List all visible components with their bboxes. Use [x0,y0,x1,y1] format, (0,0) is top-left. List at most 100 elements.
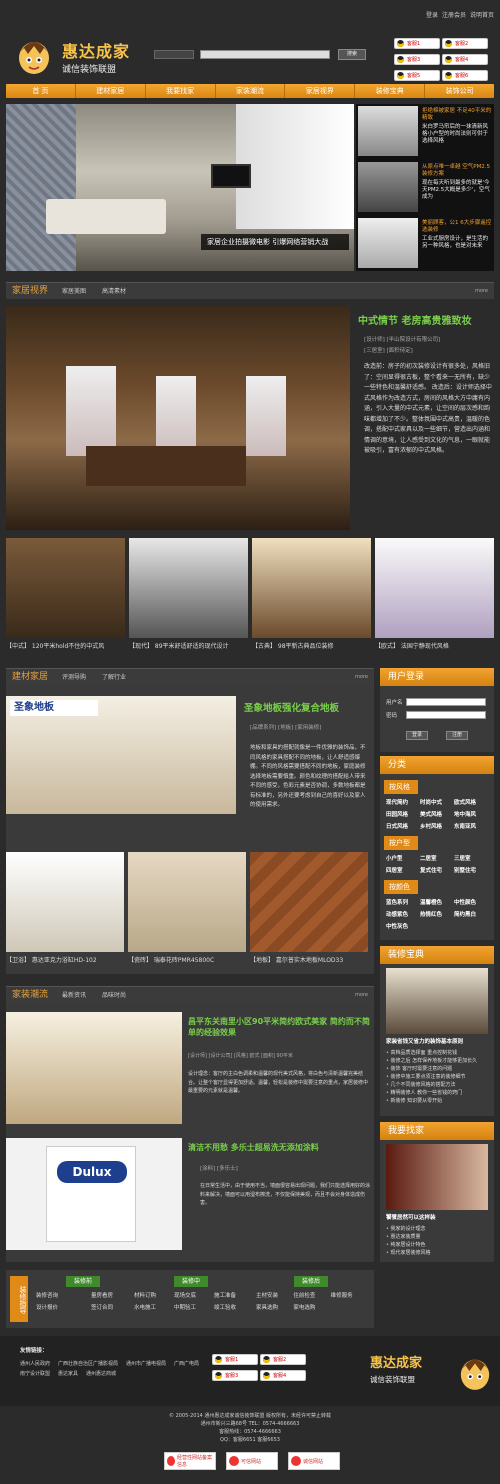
section-sub-link[interactable]: 了解行业 [102,669,126,686]
hero-side-item[interactable]: 拒绝棉被家居 不足40平米的精致 米白罗马帘后的一抹清新风格小户型的时尚法则可供… [356,104,494,158]
nav-companies[interactable]: 装饰公司 [425,84,494,98]
section-title[interactable]: 家装潮流 [12,987,48,1004]
qq-service-button[interactable]: 客服6 [442,70,488,81]
register-link[interactable]: 注册会员 [442,10,466,19]
more-link[interactable]: more [355,987,368,1004]
category-link[interactable]: 温馨橙色 [420,898,454,906]
guide-list-item[interactable]: 高档品质选择面 重点控制花钱 [386,1049,494,1057]
article-title[interactable]: 圣象地板强化复合地板 [244,700,339,714]
service-link[interactable]: 家电选购 [293,1303,330,1311]
service-link[interactable]: 主材安装 [256,1291,293,1299]
article-title[interactable]: 中式情节 老房高贵雅致妆 [358,312,471,327]
article-title[interactable]: 清洁不用愁 多乐士超易洗无添加涂料 [188,1142,319,1153]
category-link[interactable]: 时尚中式 [420,798,454,806]
badge-trusted[interactable]: 可信网站 [226,1452,278,1470]
category-link[interactable]: 欧式风格 [454,798,488,806]
category-link[interactable]: 中性灰色 [386,922,420,930]
badge-credit[interactable]: 诚信网站 [288,1452,340,1470]
service-link[interactable]: 竣工验收 [214,1303,254,1311]
category-link[interactable]: 美式风格 [420,810,454,818]
friend-link[interactable]: 惠达家具 [58,1370,78,1377]
section-sub-link[interactable]: 最新资讯 [62,987,86,1004]
section-title[interactable]: 建材家居 [12,669,48,686]
section-title[interactable]: 家居视界 [12,283,48,300]
gallery-thumb[interactable]: 【古典】 98平新古典品位装修 [252,538,371,650]
nav-find-home[interactable]: 我要找家 [146,84,216,98]
guide-list-item[interactable]: 装修之后 怎样保养地板才能够更加长久 [386,1057,494,1065]
service-link[interactable]: 中期验工 [174,1303,214,1311]
site-logo[interactable]: 惠达成家 诚信装饰联盟 [10,26,150,80]
nav-guide[interactable]: 装修宝典 [355,84,426,98]
gallery-thumb[interactable]: 【中式】 120平米hold不住的中式风 [6,538,125,650]
category-link[interactable]: 复式住宅 [420,866,454,874]
gallery-thumb[interactable]: 【现代】 89平米舒适舒适的现代设计 [129,538,248,650]
service-link[interactable]: 维修服务 [331,1291,368,1299]
qq-service-button[interactable]: 客服3 [212,1370,258,1381]
nav-home[interactable]: 首 页 [6,84,76,98]
service-link[interactable]: 设计报价 [36,1303,91,1311]
service-link[interactable]: 住前检查 [293,1291,330,1299]
guide-list-item[interactable]: 装修中施工要点须注意的装修细节 [386,1073,494,1081]
category-link[interactable]: 乡村风格 [420,822,454,830]
category-link[interactable]: 三居室 [454,854,488,862]
category-link[interactable]: 田园风格 [386,810,420,818]
category-link[interactable]: 现代简约 [386,798,420,806]
friend-link[interactable]: 广西壮族自治区广播影视局 [58,1360,118,1367]
login-button[interactable]: 登录 [406,731,428,740]
footer-logo[interactable]: 惠达成家 诚信装饰联盟 [368,1346,496,1396]
section-sub-link[interactable]: 家居美图 [62,283,86,300]
article-image-paint[interactable]: Dulux [6,1138,182,1250]
section-sub-link[interactable]: 品味时尚 [102,987,126,1004]
qq-service-button[interactable]: 客服4 [260,1370,306,1381]
featured-image-floor[interactable]: 圣象地板 [6,696,236,814]
service-link[interactable]: 水电施工 [134,1303,174,1311]
service-link[interactable]: 材料订购 [134,1291,174,1299]
login-link[interactable]: 登录 [426,10,438,19]
find-home-image[interactable] [386,1144,488,1210]
section-sub-link[interactable]: 评测导购 [62,669,86,686]
friend-link[interactable]: 广西广电局 [174,1360,199,1367]
guide-list-item[interactable]: 新装修 知识要从零开始 [386,1097,494,1105]
nav-trends[interactable]: 家装潮流 [216,84,286,98]
find-home-list-item[interactable]: 惠达家装质量 [386,1233,494,1241]
service-link[interactable]: 装修咨询 [36,1291,91,1299]
category-link[interactable]: 东南亚风 [454,822,488,830]
service-link[interactable]: 施工准备 [214,1291,254,1299]
qq-service-button[interactable]: 客服1 [394,38,440,49]
friend-link[interactable]: 通州人民政府 [20,1360,50,1367]
nav-home-vision[interactable]: 家居视界 [285,84,356,98]
qq-service-button[interactable]: 客服4 [442,54,488,65]
friend-link[interactable]: 通州惠达商城 [86,1370,116,1377]
search-button[interactable]: 搜索 [338,49,366,60]
hero-slideshow[interactable]: 家居企业拍摄微电影 引爆网络营销大战 [6,104,354,271]
guide-image[interactable] [386,968,488,1034]
find-home-list-item[interactable]: 现代家居装修风格 [386,1249,494,1257]
guide-headline[interactable]: 家装省钱又省力的装饰基本原则 [386,1037,494,1045]
search-category-select[interactable] [154,50,194,59]
find-home-headline[interactable]: 饕餮居然可以这样装 [386,1213,494,1221]
badge-record[interactable]: 经营性网站备案信息 [164,1452,216,1470]
qq-service-button[interactable]: 客服3 [394,54,440,65]
section-sub-link[interactable]: 高清素材 [102,283,126,300]
category-link[interactable]: 动感紫色 [386,910,420,918]
category-link[interactable]: 四居室 [386,866,420,874]
find-home-list-item[interactable]: 纯家居设计特色 [386,1241,494,1249]
guide-list-item[interactable]: 精明装修人 教你一些省钱的窍门 [386,1089,494,1097]
featured-image-chinese-style[interactable] [6,306,350,530]
register-button[interactable]: 注册 [446,731,468,740]
gallery-thumb[interactable]: 【瓷砖】 瑞泰花砖PMR45800C [128,852,246,964]
gallery-thumb[interactable]: 【地板】 嘉尔普实木地板MLOD33 [250,852,368,964]
qq-service-button[interactable]: 客服2 [260,1354,306,1365]
category-link[interactable]: 小户型 [386,854,420,862]
hero-side-item[interactable]: 从原点唯一卓越 空气PM2.5装修方案 现在每天听到最多的就是'今天PM2.5大… [356,160,494,214]
category-link[interactable]: 地中海风 [454,810,488,818]
more-link[interactable]: more [475,283,488,300]
category-link[interactable]: 二居室 [420,854,454,862]
category-link[interactable]: 中性颜色 [454,898,488,906]
category-link[interactable]: 简约黑白 [454,910,488,918]
category-link[interactable]: 日式风格 [386,822,420,830]
friend-link[interactable]: 通州市广播电视局 [126,1360,166,1367]
username-input[interactable] [406,698,486,706]
category-link[interactable]: 热情红色 [420,910,454,918]
guide-list-item[interactable]: 装饰 客厅时需要注意的问题 [386,1065,494,1073]
